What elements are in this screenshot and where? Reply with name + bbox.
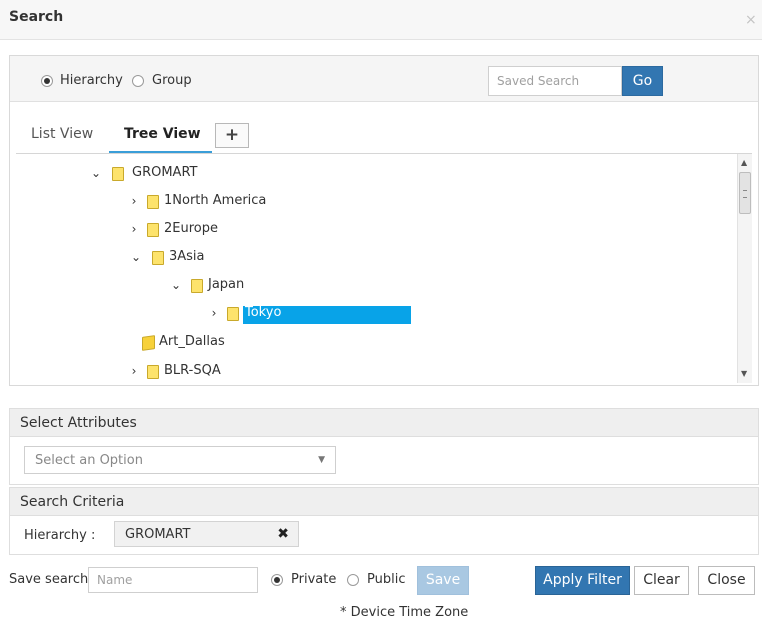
tree-node-label: 3Asia <box>169 249 205 264</box>
tree-node-gromart[interactable]: ⌄ GROMART <box>90 164 230 184</box>
attribute-select-placeholder: Select an Option <box>35 453 143 468</box>
scroll-up-icon[interactable]: ▲ <box>741 159 749 167</box>
select-attributes-header: Select Attributes <box>9 408 759 437</box>
dialog-title: Search <box>9 9 64 25</box>
tree-node-blr-sqa[interactable]: › BLR-SQA <box>128 362 268 382</box>
hierarchy-radio-label[interactable]: Hierarchy <box>60 73 123 88</box>
criteria-hierarchy-label: Hierarchy : <box>24 528 96 543</box>
scroll-thumb[interactable] <box>739 172 751 214</box>
chevron-right-icon[interactable]: › <box>128 365 140 377</box>
remove-criteria-icon[interactable]: ✖ <box>277 526 289 542</box>
group-radio-label[interactable]: Group <box>152 73 192 88</box>
close-button[interactable]: Close <box>698 566 755 595</box>
chevron-right-icon[interactable]: › <box>128 195 140 207</box>
hierarchy-tree: ⌄ GROMART › 1North America › 2Europe ⌄ 3… <box>16 154 738 383</box>
tree-node-art-dallas[interactable]: Art_Dallas <box>134 333 274 353</box>
tree-node-label: BLR-SQA <box>164 363 221 378</box>
apply-filter-button[interactable]: Apply Filter <box>535 566 630 595</box>
chevron-down-icon[interactable]: ⌄ <box>90 167 102 179</box>
tree-node-japan[interactable]: ⌄ Japan <box>170 276 290 296</box>
tab-tree-view[interactable]: Tree View <box>124 126 201 142</box>
group-radio[interactable] <box>132 75 144 87</box>
criteria-chip: GROMART ✖ <box>114 521 299 547</box>
save-name-input[interactable] <box>88 567 258 593</box>
timezone-note: * Device Time Zone <box>340 605 469 620</box>
mode-bar: Hierarchy Group Go <box>10 56 758 102</box>
chevron-right-icon[interactable]: › <box>128 223 140 235</box>
save-search-label: Save search: <box>9 572 93 587</box>
hierarchy-panel: Hierarchy Group Go List View Tree View +… <box>9 55 759 386</box>
tree-node-label: Tokyo <box>245 305 282 320</box>
save-button[interactable]: Save <box>417 566 469 595</box>
folder-icon <box>112 167 124 181</box>
saved-search-input[interactable] <box>488 66 622 96</box>
folder-icon <box>147 223 159 237</box>
tree-node-europe[interactable]: › 2Europe <box>128 220 268 240</box>
folder-icon <box>147 365 159 379</box>
tree-node-label: Art_Dallas <box>159 334 225 349</box>
go-button[interactable]: Go <box>622 66 663 96</box>
public-radio-label[interactable]: Public <box>367 572 405 587</box>
clear-button[interactable]: Clear <box>634 566 689 595</box>
scroll-down-icon[interactable]: ▼ <box>741 370 749 378</box>
chevron-down-icon[interactable]: ⌄ <box>170 279 182 291</box>
close-icon[interactable]: × <box>745 13 757 27</box>
add-tab-button[interactable]: + <box>215 123 249 148</box>
open-folder-icon <box>142 335 155 351</box>
private-radio[interactable] <box>271 574 283 586</box>
chevron-right-icon[interactable]: › <box>208 307 220 319</box>
hierarchy-radio[interactable] <box>41 75 53 87</box>
search-criteria-title: Search Criteria <box>20 494 125 510</box>
tree-node-north-america[interactable]: › 1North America <box>128 192 288 212</box>
attribute-select[interactable]: Select an Option ▼ <box>24 446 336 474</box>
folder-icon <box>191 279 203 293</box>
criteria-chip-value: GROMART <box>125 527 191 542</box>
private-radio-label[interactable]: Private <box>291 572 336 587</box>
caret-down-icon: ▼ <box>318 455 325 465</box>
tree-node-label: 2Europe <box>164 221 218 236</box>
tree-node-tokyo[interactable]: › Tokyo <box>208 304 418 324</box>
tree-node-label: 1North America <box>164 193 267 208</box>
public-radio[interactable] <box>347 574 359 586</box>
folder-icon <box>227 307 239 321</box>
select-attributes-title: Select Attributes <box>20 415 137 431</box>
tree-node-asia[interactable]: ⌄ 3Asia <box>130 248 250 268</box>
chevron-down-icon[interactable]: ⌄ <box>130 251 142 263</box>
tab-list-view[interactable]: List View <box>31 126 93 142</box>
dialog-titlebar: Search × <box>0 0 762 40</box>
search-criteria-header: Search Criteria <box>9 487 759 516</box>
folder-icon <box>152 251 164 265</box>
tree-node-label: GROMART <box>132 165 198 180</box>
folder-icon <box>147 195 159 209</box>
tree-scrollbar[interactable]: ▲ ▼ <box>737 154 752 383</box>
tree-node-label: Japan <box>208 277 245 292</box>
